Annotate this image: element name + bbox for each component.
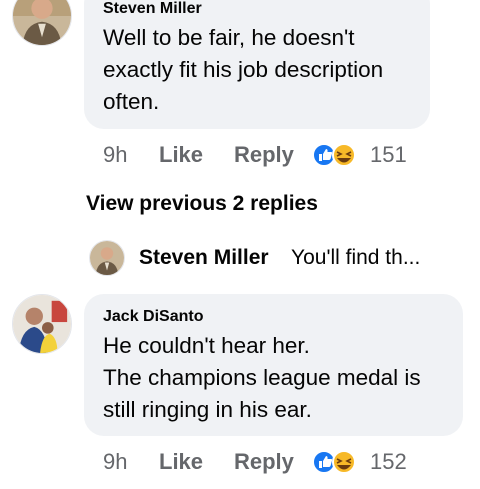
reaction-count[interactable]: 151: [370, 142, 407, 168]
comment-text-line: Well to be fair, he doesn't: [103, 25, 355, 50]
avatar-jack-disanto[interactable]: [12, 294, 72, 354]
haha-icon: [332, 450, 356, 474]
view-previous-replies-link[interactable]: View previous 2 replies: [86, 192, 318, 216]
avatar-steven-miller-small[interactable]: [89, 240, 125, 276]
reply-preview-author[interactable]: Steven Miller: [139, 246, 269, 270]
reaction-count[interactable]: 152: [370, 449, 407, 475]
comment-text-line: He couldn't hear her.: [103, 333, 310, 358]
comment-text-line: exactly fit his job description: [103, 57, 384, 82]
avatar-steven-miller[interactable]: [12, 0, 72, 46]
reply-button[interactable]: Reply: [234, 142, 294, 168]
reply-button[interactable]: Reply: [234, 449, 294, 475]
comment-text-line: often.: [103, 89, 160, 114]
comment-timestamp: 9h: [103, 449, 128, 474]
haha-icon: [332, 143, 356, 167]
comment-author[interactable]: Steven Miller: [103, 0, 202, 18]
comment-text-line: The champions league medal is: [103, 365, 421, 390]
reply-preview-snippet[interactable]: You'll find th...: [291, 246, 420, 270]
reaction-icons[interactable]: [312, 449, 358, 475]
reaction-icons[interactable]: [312, 142, 358, 168]
like-button[interactable]: Like: [159, 142, 203, 168]
comment-timestamp: 9h: [103, 142, 128, 167]
comment-author[interactable]: Jack DiSanto: [103, 308, 203, 326]
like-button[interactable]: Like: [159, 449, 203, 475]
comment-text-line: still ringing in his ear.: [103, 397, 312, 422]
